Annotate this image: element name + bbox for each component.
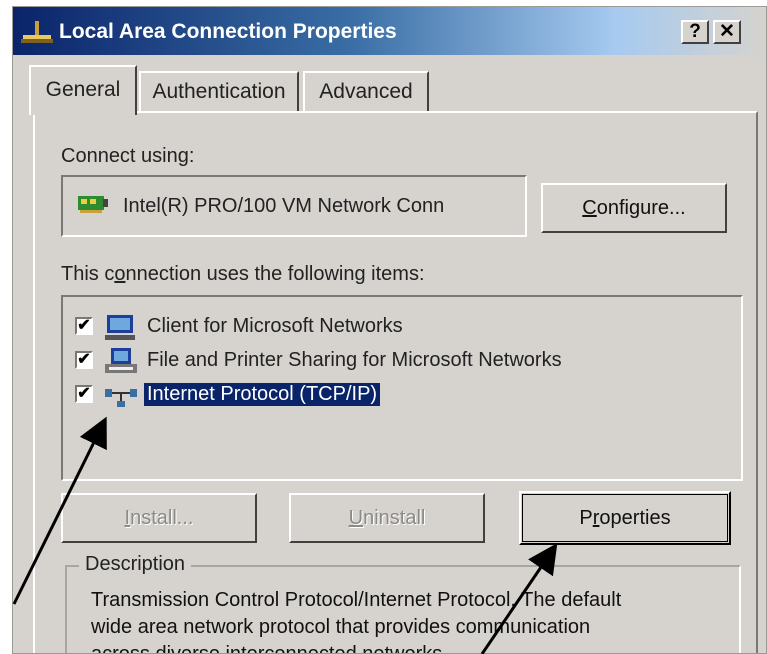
description-group: Description Transmission Control Protoco… — [65, 553, 741, 654]
tab-advanced-label: Advanced — [319, 80, 413, 103]
computer-icon — [105, 315, 135, 340]
window-title: Local Area Connection Properties — [59, 20, 397, 43]
items-label-rest: nnection uses the following items: — [125, 263, 425, 285]
list-item[interactable]: ✔ Internet Protocol (TCP/IP) — [75, 381, 715, 411]
adapter-name: Intel(R) PRO/100 VM Network Conn — [123, 195, 445, 217]
file-sharing-label: File and Printer Sharing for Microsoft N… — [147, 349, 562, 371]
install-label-rest: nstall... — [130, 507, 194, 529]
tab-general[interactable]: General — [29, 65, 137, 115]
description-title: Description — [79, 553, 192, 576]
network-adapter-icon — [78, 196, 108, 213]
configure-label-accel: C — [582, 197, 597, 219]
configure-label-rest: onfigure... — [596, 197, 686, 219]
file-sharing-checkbox[interactable]: ✔ — [75, 351, 93, 369]
tcpip-label: Internet Protocol (TCP/IP) — [144, 383, 381, 406]
items-label-prefix: This c — [61, 263, 115, 285]
properties-label-rest: operties — [599, 507, 671, 529]
network-connection-icon — [21, 21, 53, 43]
properties-label-prefix: P — [579, 507, 593, 529]
connect-using-label: Connect using: — [61, 145, 195, 167]
printer-icon — [105, 348, 137, 373]
description-line-1: Transmission Control Protocol/Internet P… — [91, 589, 622, 611]
uninstall-button[interactable]: Uninstall — [289, 493, 485, 543]
list-item[interactable]: ✔ Client for Microsoft Networks — [75, 313, 715, 343]
tcpip-checkbox[interactable]: ✔ — [75, 385, 93, 403]
network-protocol-icon — [105, 389, 137, 407]
adapter-field: Intel(R) PRO/100 VM Network Conn — [61, 175, 527, 237]
uninstall-label-rest: ninstall — [363, 507, 426, 529]
install-button[interactable]: Install... — [61, 493, 257, 543]
title-bar[interactable]: Local Area Connection Properties ? ✕ — [13, 7, 766, 55]
properties-button[interactable]: Properties — [519, 491, 731, 545]
components-list[interactable]: ✔ Client for Microsoft Networks ✔ File a… — [61, 295, 743, 481]
tab-authentication-label: Authentication — [152, 80, 286, 103]
items-label-accel: o — [114, 263, 126, 285]
help-button[interactable]: ? — [681, 20, 709, 44]
items-section-label: This connection uses the following items… — [61, 263, 425, 286]
tab-advanced[interactable]: Advanced — [303, 71, 429, 111]
configure-button[interactable]: Configure... — [541, 183, 727, 233]
list-item[interactable]: ✔ File and Printer Sharing for Microsoft… — [75, 347, 715, 377]
uninstall-label-accel: U — [348, 507, 364, 529]
description-line-3: across diverse interconnected networks. — [91, 643, 448, 654]
client-checkbox[interactable]: ✔ — [75, 317, 93, 335]
tab-authentication[interactable]: Authentication — [139, 71, 299, 111]
close-button[interactable]: ✕ — [713, 20, 741, 44]
properties-dialog: Local Area Connection Properties ? ✕ Gen… — [12, 6, 767, 654]
client-label: Client for Microsoft Networks — [147, 315, 403, 337]
tab-general-label: General — [45, 78, 121, 101]
description-text: Transmission Control Protocol/Internet P… — [91, 587, 711, 654]
description-line-2: wide area network protocol that provides… — [91, 616, 591, 638]
